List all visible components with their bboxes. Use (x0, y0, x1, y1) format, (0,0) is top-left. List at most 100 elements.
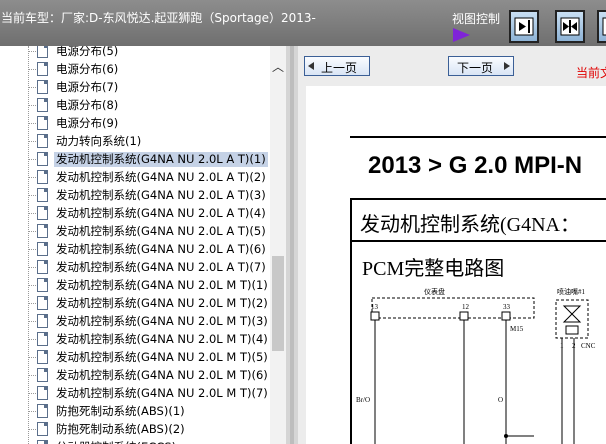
pin-12-label: 12 (462, 303, 470, 311)
current-vehicle-label: 当前车型：厂家:D-东风悦达.起亚狮跑（Sportage）2013- (1, 11, 316, 25)
tree-item-label[interactable]: 发动机控制系统(G4NA NU 2.0L A T)(7) (54, 260, 268, 275)
top-bar: 当前车型：厂家:D-东风悦达.起亚狮跑（Sportage）2013- 视图控制 (0, 0, 606, 46)
view-panel-right-button[interactable] (509, 10, 539, 43)
document-icon (37, 134, 48, 148)
tree-item[interactable]: 发动机控制系统(G4NA NU 2.0L A T)(1) (0, 151, 270, 169)
tree-item-label[interactable]: 防抱死制动系统(ABS)(2) (54, 422, 187, 437)
tree-branch-line (28, 393, 36, 394)
document-icon (37, 368, 48, 382)
pin-13-label: 13 (371, 303, 379, 311)
scroll-up-icon[interactable]: ︿ (270, 58, 286, 74)
document-icon (37, 242, 48, 256)
arrow-left-icon (308, 62, 314, 70)
tree-branch-line (28, 249, 36, 250)
play-arrow-icon[interactable] (453, 28, 470, 42)
panel-left-icon (602, 17, 606, 36)
wire-o-label: O (498, 396, 503, 404)
tree-item-label[interactable]: 发动机控制系统(G4NA NU 2.0L M T)(7) (54, 386, 270, 401)
tree-item-label[interactable]: 发动机控制系统(G4NA NU 2.0L A T)(5) (54, 224, 268, 239)
tree-branch-line (28, 429, 36, 430)
tree-item-label[interactable]: 分动器控制系统(ECCS) (54, 440, 178, 444)
tree-item[interactable]: 发动机控制系统(G4NA NU 2.0L M T)(1) (0, 277, 270, 295)
next-page-button[interactable]: 下一页 (448, 56, 514, 76)
connector-pin (501, 311, 511, 321)
tree-item-label[interactable]: 发动机控制系统(G4NA NU 2.0L M T)(1) (54, 278, 270, 293)
tree-item-label[interactable]: 电源分布(8) (54, 98, 120, 113)
tree-item-label[interactable]: 发动机控制系统(G4NA NU 2.0L A T)(3) (54, 188, 268, 203)
tree-scrollbar[interactable]: ︿ (270, 46, 286, 444)
tree-item[interactable]: 发动机控制系统(G4NA NU 2.0L M T)(5) (0, 349, 270, 367)
tree-branch-line (28, 123, 36, 124)
page-top-rule (350, 136, 606, 138)
tree-item-label[interactable]: 发动机控制系统(G4NA NU 2.0L A T)(1) (54, 152, 268, 167)
tree-item[interactable]: 发动机控制系统(G4NA NU 2.0L A T)(2) (0, 169, 270, 187)
prev-page-button[interactable]: 上一页 (304, 56, 370, 76)
pin-33-label: 33 (503, 303, 511, 311)
tree-branch-line (28, 411, 36, 412)
cluster-label: 仪表盘 (424, 287, 445, 296)
tree-item-label[interactable]: 发动机控制系统(G4NA NU 2.0L M T)(2) (54, 296, 270, 311)
tree-item[interactable]: 发动机控制系统(G4NA NU 2.0L M T)(3) (0, 313, 270, 331)
tree-item[interactable]: 发动机控制系统(G4NA NU 2.0L A T)(4) (0, 205, 270, 223)
tree-item-label[interactable]: 发动机控制系统(G4NA NU 2.0L M T)(4) (54, 332, 270, 347)
tree-item-label[interactable]: 发动机控制系统(G4NA NU 2.0L A T)(2) (54, 170, 268, 185)
document-icon (37, 350, 48, 364)
panel-splitter[interactable] (286, 46, 298, 444)
view-panel-left-button[interactable] (597, 10, 606, 43)
tree-item-label[interactable]: 电源分布(7) (54, 80, 120, 95)
tree-item-label[interactable]: 发动机控制系统(G4NA NU 2.0L A T)(4) (54, 206, 268, 221)
document-icon (37, 314, 48, 328)
document-icon (37, 152, 48, 166)
tree-item[interactable]: 分动器控制系统(ECCS) (0, 439, 270, 444)
document-icon (37, 260, 48, 274)
tree-branch-line (28, 321, 36, 322)
tree-item[interactable]: 电源分布(9) (0, 115, 270, 133)
injector-symbol-icon (562, 313, 582, 323)
current-doc-label: 当前文 (576, 66, 606, 80)
tree-item-label[interactable]: 电源分布(9) (54, 116, 120, 131)
document-icon (37, 46, 48, 58)
splitter-handle[interactable] (290, 46, 294, 444)
tree-item[interactable]: 发动机控制系统(G4NA NU 2.0L M T)(4) (0, 331, 270, 349)
tree-item[interactable]: 电源分布(8) (0, 97, 270, 115)
tree-branch-line (28, 339, 36, 340)
tree-item-label[interactable]: 动力转向系统(1) (54, 134, 143, 149)
document-icon (37, 404, 48, 418)
document-icon (37, 332, 48, 346)
tree-item-label[interactable]: 发动机控制系统(G4NA NU 2.0L M T)(3) (54, 314, 270, 329)
document-title: 2013 > G 2.0 MPI-N (368, 152, 583, 179)
tree-item[interactable]: 电源分布(6) (0, 61, 270, 79)
document-page: 2013 > G 2.0 MPI-N 发动机控制系统(G4NA： PCM完整电路… (306, 86, 606, 444)
tree-branch-line (28, 357, 36, 358)
document-icon (37, 224, 48, 238)
tree-item-label[interactable]: 电源分布(5) (54, 46, 120, 59)
tree-item[interactable]: 电源分布(5) (0, 46, 270, 61)
tree-item-label[interactable]: 防抱死制动系统(ABS)(1) (54, 404, 187, 419)
prev-page-label: 上一页 (321, 61, 358, 75)
document-icon (37, 80, 48, 94)
tree-item[interactable]: 动力转向系统(1) (0, 133, 270, 151)
tree-item[interactable]: 发动机控制系统(G4NA NU 2.0L M T)(7) (0, 385, 270, 403)
tree-item[interactable]: 防抱死制动系统(ABS)(1) (0, 403, 270, 421)
tree-item-label[interactable]: 电源分布(6) (54, 62, 120, 77)
tree-item[interactable]: 发动机控制系统(G4NA NU 2.0L A T)(3) (0, 187, 270, 205)
tree-item[interactable]: 发动机控制系统(G4NA NU 2.0L M T)(6) (0, 367, 270, 385)
tree-item[interactable]: 发动机控制系统(G4NA NU 2.0L A T)(6) (0, 241, 270, 259)
tree-branch-line (28, 69, 36, 70)
circuit-diagram: 仪表盘 13 12 33 M15 Br/O O 喷油嘴#1 CNC (356, 287, 596, 444)
tree-item[interactable]: 发动机控制系统(G4NA NU 2.0L M T)(2) (0, 295, 270, 313)
tree-item[interactable]: 发动机控制系统(G4NA NU 2.0L A T)(7) (0, 259, 270, 277)
connector-pin (459, 311, 469, 321)
tree-item[interactable]: 防抱死制动系统(ABS)(2) (0, 421, 270, 439)
tree-item[interactable]: 电源分布(7) (0, 79, 270, 97)
tree-item[interactable]: 发动机控制系统(G4NA NU 2.0L A T)(5) (0, 223, 270, 241)
view-split-button[interactable] (555, 10, 585, 43)
tree-item-label[interactable]: 发动机控制系统(G4NA NU 2.0L M T)(6) (54, 368, 270, 383)
tree-item-label[interactable]: 发动机控制系统(G4NA NU 2.0L A T)(6) (54, 242, 268, 257)
scroll-thumb[interactable] (272, 256, 284, 351)
tree-branch-line (28, 231, 36, 232)
split-view-icon (560, 17, 580, 36)
section-box: 发动机控制系统(G4NA： PCM完整电路图 仪表盘 13 12 33 M15 … (350, 198, 606, 444)
tree-item-label[interactable]: 发动机控制系统(G4NA NU 2.0L M T)(5) (54, 350, 270, 365)
tree-branch-line (28, 51, 36, 52)
